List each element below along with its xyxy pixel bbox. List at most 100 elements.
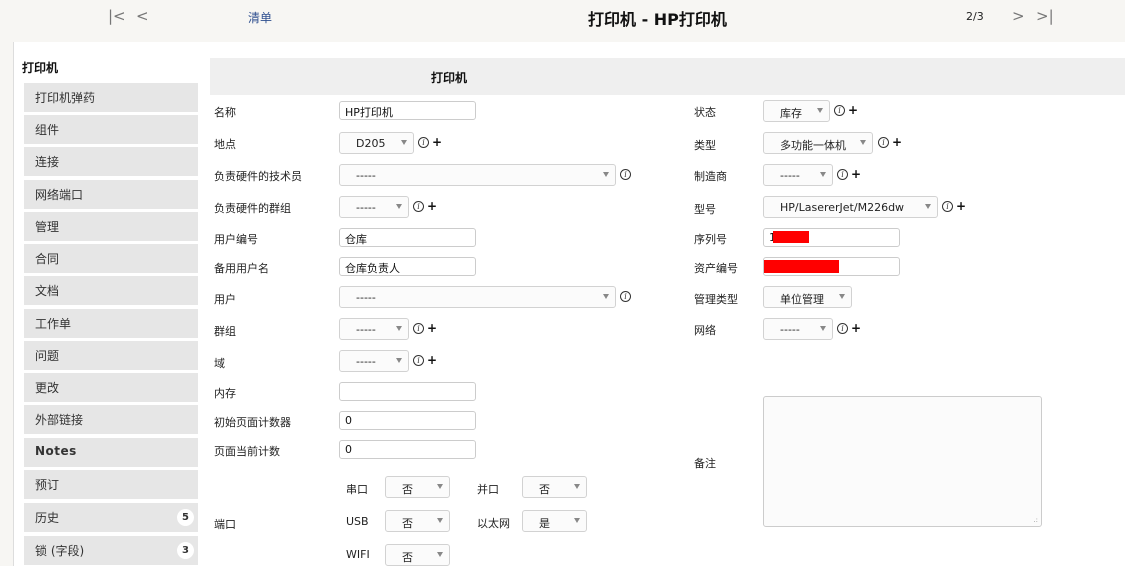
count-badge: 5 bbox=[177, 509, 194, 526]
next-icon[interactable]: > bbox=[1012, 8, 1025, 24]
chevron-down-icon bbox=[396, 204, 402, 209]
redaction-mark bbox=[764, 260, 839, 273]
tab-label: 连接 bbox=[35, 155, 60, 169]
select-value: ----- bbox=[356, 291, 376, 304]
tab-changes[interactable]: 更改 bbox=[24, 373, 198, 402]
chevron-down-icon bbox=[574, 484, 580, 489]
status-select[interactable]: 库存 bbox=[763, 100, 830, 122]
name-input[interactable]: HP打印机 bbox=[339, 101, 476, 120]
chevron-down-icon bbox=[860, 140, 866, 145]
page-title: 打印机 - HP打印机 bbox=[588, 10, 727, 29]
type-select[interactable]: 多功能一体机 bbox=[763, 132, 873, 154]
add-icon[interactable]: + bbox=[892, 136, 902, 148]
add-icon[interactable]: + bbox=[427, 200, 437, 212]
network-select[interactable]: ----- bbox=[763, 318, 833, 340]
tab-reservations[interactable]: 预订 bbox=[24, 470, 198, 499]
location-select[interactable]: D205 bbox=[339, 132, 414, 154]
chevron-down-icon bbox=[820, 172, 826, 177]
count-badge: 3 bbox=[177, 542, 194, 559]
select-value: ----- bbox=[356, 201, 376, 214]
tech-user-select[interactable]: ----- bbox=[339, 164, 616, 186]
domain-select[interactable]: ----- bbox=[339, 350, 409, 372]
alt-username-input[interactable]: 仓库负责人 bbox=[339, 257, 476, 276]
tab-connections[interactable]: 连接 bbox=[24, 147, 198, 176]
chevron-down-icon bbox=[839, 294, 845, 299]
select-value: 否 bbox=[402, 551, 413, 564]
add-icon[interactable]: + bbox=[427, 354, 437, 366]
last-page-icon[interactable]: >| bbox=[1036, 8, 1054, 24]
list-link[interactable]: 清单 bbox=[248, 9, 272, 26]
resize-handle-icon[interactable]: .: bbox=[1033, 516, 1038, 524]
info-icon[interactable]: i bbox=[878, 137, 889, 148]
group-select[interactable]: ----- bbox=[339, 318, 409, 340]
tab-contracts[interactable]: 合同 bbox=[24, 244, 198, 273]
tab-notes[interactable]: Notes bbox=[24, 438, 198, 467]
info-icon[interactable]: i bbox=[837, 323, 848, 334]
first-page-icon[interactable]: |< bbox=[108, 8, 126, 24]
add-icon[interactable]: + bbox=[851, 168, 861, 180]
init-counter-input[interactable]: 0 bbox=[339, 411, 476, 430]
tech-group-label: 负责硬件的群组 bbox=[214, 202, 291, 215]
info-icon[interactable]: i bbox=[837, 169, 848, 180]
comments-textarea[interactable]: .: bbox=[763, 396, 1042, 527]
tech-group-select[interactable]: ----- bbox=[339, 196, 409, 218]
info-icon[interactable]: i bbox=[418, 137, 429, 148]
chevron-down-icon bbox=[401, 140, 407, 145]
info-icon[interactable]: i bbox=[620, 291, 631, 302]
info-icon[interactable]: i bbox=[413, 201, 424, 212]
tab-cartridges[interactable]: 打印机弹药 bbox=[24, 83, 198, 112]
info-icon[interactable]: i bbox=[620, 169, 631, 180]
tab-history[interactable]: 历史 5 bbox=[24, 503, 198, 532]
tab-documents[interactable]: 文档 bbox=[24, 276, 198, 305]
tab-label: 更改 bbox=[35, 381, 60, 395]
manufacturer-label: 制造商 bbox=[694, 170, 727, 183]
select-value: HP/LasererJet/M226dw bbox=[780, 201, 905, 214]
chevron-down-icon bbox=[820, 326, 826, 331]
tab-components[interactable]: 组件 bbox=[24, 115, 198, 144]
location-label: 地点 bbox=[214, 138, 236, 151]
tab-printer[interactable]: 打印机 bbox=[22, 59, 58, 76]
select-value: ----- bbox=[780, 323, 800, 336]
network-label: 网络 bbox=[694, 324, 716, 337]
tab-label: 历史 bbox=[35, 511, 60, 525]
type-label: 类型 bbox=[694, 139, 716, 152]
alt-username-label: 备用用户名 bbox=[214, 262, 269, 275]
manufacturer-select[interactable]: ----- bbox=[763, 164, 833, 186]
memory-input[interactable] bbox=[339, 382, 476, 401]
add-icon[interactable]: + bbox=[432, 136, 442, 148]
chevron-down-icon bbox=[396, 358, 402, 363]
tab-label: 管理 bbox=[35, 220, 60, 234]
serial-port-select[interactable]: 否 bbox=[385, 476, 450, 498]
user-select[interactable]: ----- bbox=[339, 286, 616, 308]
serial-number-label: 序列号 bbox=[694, 233, 727, 246]
add-icon[interactable]: + bbox=[851, 322, 861, 334]
info-icon[interactable]: i bbox=[942, 201, 953, 212]
management-type-select[interactable]: 单位管理 bbox=[763, 286, 852, 308]
tab-locks[interactable]: 锁 (字段) 3 bbox=[24, 536, 198, 565]
chevron-down-icon bbox=[574, 518, 580, 523]
user-number-input[interactable]: 仓库 bbox=[339, 228, 476, 247]
tab-label: 工作单 bbox=[35, 317, 72, 331]
ethernet-select[interactable]: 是 bbox=[522, 510, 587, 532]
add-icon[interactable]: + bbox=[427, 322, 437, 334]
previous-icon[interactable]: < bbox=[136, 8, 149, 24]
chevron-down-icon bbox=[437, 484, 443, 489]
add-icon[interactable]: + bbox=[848, 104, 858, 116]
tab-management[interactable]: 管理 bbox=[24, 212, 198, 241]
info-icon[interactable]: i bbox=[413, 355, 424, 366]
tab-network-ports[interactable]: 网络端口 bbox=[24, 180, 198, 209]
wifi-select[interactable]: 否 bbox=[385, 544, 450, 566]
tab-tickets[interactable]: 工作单 bbox=[24, 309, 198, 338]
info-icon[interactable]: i bbox=[834, 105, 845, 116]
add-icon[interactable]: + bbox=[956, 200, 966, 212]
model-select[interactable]: HP/LasererJet/M226dw bbox=[763, 196, 938, 218]
tab-problems[interactable]: 问题 bbox=[24, 341, 198, 370]
select-value: ----- bbox=[356, 355, 376, 368]
init-counter-label: 初始页面计数器 bbox=[214, 416, 291, 429]
current-counter-input[interactable]: 0 bbox=[339, 440, 476, 459]
parallel-port-select[interactable]: 否 bbox=[522, 476, 587, 498]
tab-label: 问题 bbox=[35, 349, 60, 363]
info-icon[interactable]: i bbox=[413, 323, 424, 334]
usb-select[interactable]: 否 bbox=[385, 510, 450, 532]
tab-external-links[interactable]: 外部链接 bbox=[24, 405, 198, 434]
